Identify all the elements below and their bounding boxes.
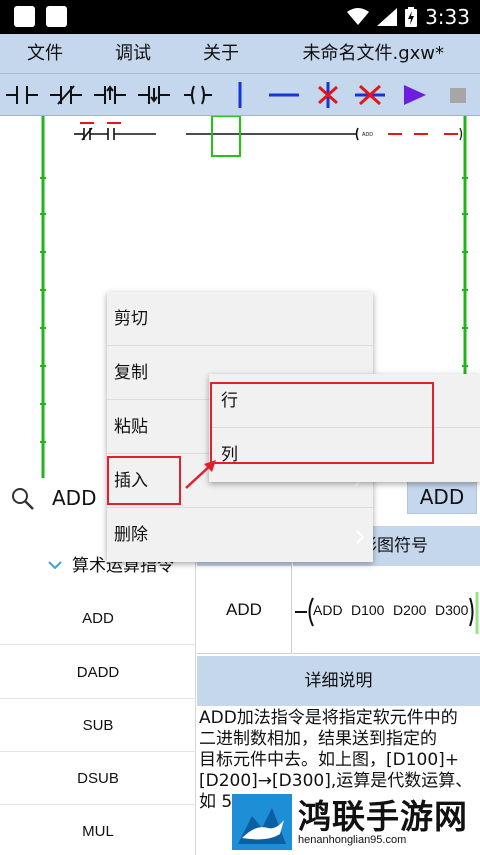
vertical-line-icon[interactable]: [222, 78, 258, 112]
app-notification-icon: [14, 6, 35, 27]
list-item[interactable]: MUL: [0, 805, 196, 855]
watermark: 鸿联手游网 henanhonglian95.com: [228, 790, 480, 855]
coil-icon[interactable]: [180, 78, 216, 112]
menu-bar: 文件 调试 关于 未命名文件.gxw*: [0, 34, 480, 74]
instruction-tree: 算术运算指令 ADD DADD SUB DSUB MUL: [0, 518, 196, 855]
horizontal-line-icon[interactable]: [266, 78, 302, 112]
app-notification-icon: [46, 6, 67, 27]
menu-item-insert-label: 插入: [114, 471, 148, 491]
toolbar: [0, 74, 480, 116]
operand-labels: [80, 122, 458, 135]
stop-icon[interactable]: [440, 78, 476, 112]
signal-icon: [377, 8, 398, 26]
wifi-icon: [347, 8, 370, 25]
ladder-instruction: ADD: [362, 132, 373, 138]
menu-about[interactable]: 关于: [203, 34, 239, 74]
file-name: 未命名文件.gxw*: [302, 43, 444, 64]
description-header: 详细说明: [197, 656, 480, 706]
menu-file[interactable]: 文件: [27, 34, 63, 74]
symbol-op: ADD: [313, 602, 343, 618]
menu-debug[interactable]: 调试: [115, 34, 151, 74]
ladder-symbol: ADD D100 D200 D300: [293, 566, 480, 654]
delete-vertical-line-icon[interactable]: [310, 78, 346, 112]
watermark-url: henanhonglian95.com: [298, 834, 407, 846]
chevron-right-icon: [356, 530, 365, 544]
list-item[interactable]: DADD: [0, 646, 196, 699]
menu-item-delete[interactable]: 删除: [107, 508, 373, 562]
chevron-down-icon: [48, 561, 62, 570]
list-item[interactable]: ADD: [0, 592, 196, 645]
battery-charging-icon: [405, 7, 418, 27]
submenu-item-row[interactable]: 行: [209, 374, 480, 428]
list-item[interactable]: SUB: [0, 699, 196, 752]
search-input[interactable]: ADD: [52, 478, 96, 518]
ladder-rung: [74, 127, 359, 141]
normally-closed-contact-icon[interactable]: [48, 78, 84, 112]
falling-edge-contact-icon[interactable]: [136, 78, 172, 112]
edit-cursor: [211, 116, 241, 157]
search-icon: [12, 488, 34, 510]
insert-submenu: 行 列: [209, 374, 480, 482]
symbol-d: D300: [435, 602, 469, 618]
symbol-s1: D100: [351, 602, 385, 618]
symbol-s2: D200: [393, 602, 427, 618]
rising-edge-contact-icon[interactable]: [92, 78, 128, 112]
clock: 3:33: [425, 5, 470, 29]
menu-item-cut[interactable]: 剪切: [107, 292, 373, 346]
list-item[interactable]: DSUB: [0, 752, 196, 805]
status-bar: 3:33: [0, 0, 480, 34]
submenu-item-column[interactable]: 列: [209, 428, 480, 482]
annotation-arrow-icon: [185, 460, 216, 489]
menu-item-delete-label: 删除: [114, 525, 148, 545]
delete-horizontal-line-icon[interactable]: [352, 78, 388, 112]
normally-open-contact-icon[interactable]: [4, 78, 40, 112]
add-search-button[interactable]: ADD: [407, 480, 477, 514]
instruction-name: ADD: [197, 566, 292, 654]
run-icon[interactable]: [396, 78, 432, 112]
watermark-logo-icon: [232, 794, 292, 850]
watermark-title: 鸿联手游网: [298, 797, 468, 836]
